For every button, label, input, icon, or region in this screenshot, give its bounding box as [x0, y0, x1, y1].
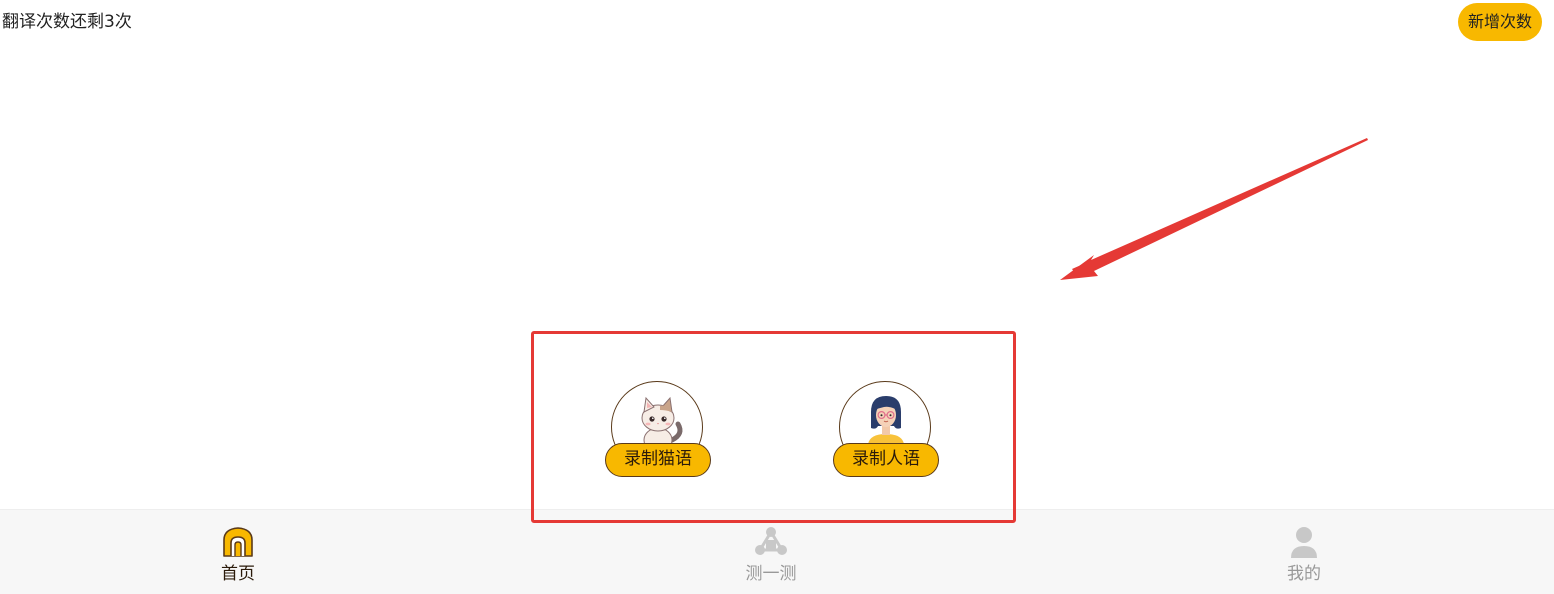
tab-home[interactable]: 首页: [178, 510, 298, 594]
annotation-arrow: [1060, 138, 1368, 280]
tab-mine-label: 我的: [1287, 564, 1321, 584]
tab-test[interactable]: 测一测: [711, 510, 831, 594]
add-count-button[interactable]: 新增次数: [1458, 3, 1542, 41]
home-icon: [223, 527, 253, 557]
user-icon: [1291, 527, 1317, 558]
tab-mine[interactable]: 我的: [1244, 510, 1364, 594]
record-cat-button[interactable]: 录制猫语: [605, 381, 715, 481]
record-cat-label: 录制猫语: [605, 443, 711, 477]
record-human-button[interactable]: 录制人语: [833, 381, 943, 481]
remaining-count-text: 翻译次数还剩3次: [2, 12, 132, 32]
tab-home-label: 首页: [221, 564, 255, 584]
annotation-highlight-box: [531, 331, 1016, 523]
record-human-label: 录制人语: [833, 443, 939, 477]
test-icon: [755, 527, 787, 555]
bottom-tab-bar: 首页 测一测 我的: [0, 509, 1554, 594]
tab-test-label: 测一测: [745, 564, 797, 584]
app-page: 翻译次数还剩3次 新增次数 录制猫语 录制人语 首页 测一测 我的: [0, 0, 1554, 594]
